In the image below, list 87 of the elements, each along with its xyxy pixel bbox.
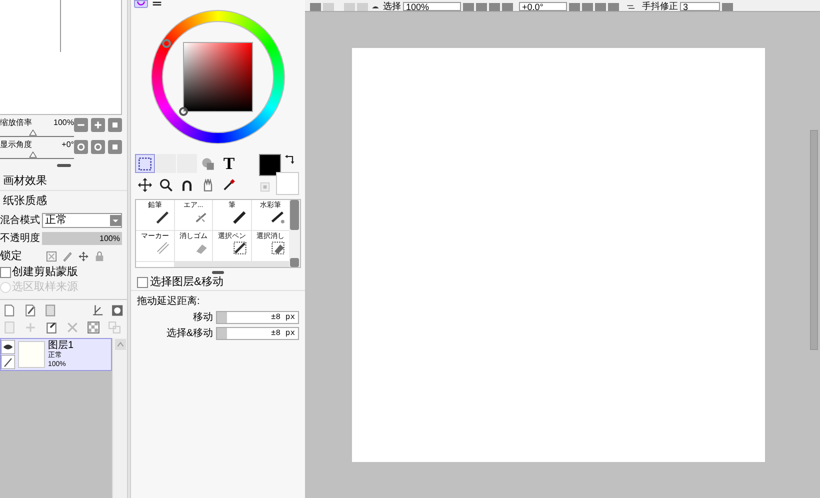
slider-value: +0° [62,140,74,150]
slider-thumb[interactable] [29,128,38,136]
rotate-left-button[interactable] [74,140,88,154]
move-icon[interactable] [78,250,89,262]
eyedropper-icon [222,178,236,192]
slider-value: 100% [54,118,74,128]
move-icon [138,178,152,192]
option-label: 选区取样来源 [12,280,78,296]
slider-label: 缩放倍率 [0,118,32,128]
slider-track[interactable] [0,128,74,137]
slider-track[interactable] [0,150,74,159]
checkbox[interactable] [137,276,148,288]
caret-icon [110,214,121,226]
flip-icon[interactable] [625,3,636,11]
square-icon [110,142,120,152]
sliders-icon [152,1,162,7]
tool-button[interactable] [135,176,155,194]
brush-icon [232,210,246,224]
lock-transparency-icon[interactable] [46,250,57,262]
swap-icon[interactable] [285,154,295,164]
pencil-icon [156,210,170,224]
angle-dropdown[interactable]: +0.0° [519,2,567,11]
field-label: 锁定 [0,248,23,264]
pen-icon[interactable] [1,355,15,369]
airbrush-icon [194,210,208,224]
field-label: 混合模式 [0,214,41,228]
color-picker-handle[interactable] [179,107,188,116]
transform-icon[interactable] [90,304,104,317]
section-label: 拖动延迟距离: [136,294,201,309]
hue-handle[interactable] [162,39,171,48]
reset-button[interactable] [108,118,122,132]
square-icon [110,120,120,130]
stabilizer-dropdown[interactable]: 3 [680,2,720,11]
color-tab[interactable] [150,0,164,8]
secondary-color-swatch[interactable] [276,172,299,195]
slider-thumb[interactable] [29,150,38,158]
panel-handle[interactable] [212,271,224,274]
blend-mode-dropdown[interactable]: 正常 [42,212,122,228]
toolbar-label: 选择 [383,2,401,11]
selection-icon [138,156,152,170]
tool-button[interactable]: T [219,154,239,173]
pen-icon[interactable] [62,250,73,262]
tool-button[interactable] [135,154,155,173]
toolbar-label: 手抖修正 [642,2,678,11]
reset-button[interactable] [108,140,122,154]
opacity-slider[interactable]: 100% [42,232,122,244]
zoom-in-button[interactable] [91,118,105,132]
rotate-right-button[interactable] [91,140,105,154]
panel-handle[interactable] [56,164,70,167]
transparent-color-icon[interactable] [260,182,270,192]
fill-icon [201,156,215,170]
zoom-out-button[interactable] [74,118,88,132]
layer-thumbnail [18,341,45,368]
slider-label: 显示角度 [0,140,32,150]
layer-name: 图层1 [48,340,74,351]
color-wheel-icon [136,1,146,7]
rotate-icon [180,178,194,192]
delete-icon[interactable] [66,321,79,334]
hand-icon [201,178,215,192]
scrollbar[interactable] [289,200,300,267]
slider[interactable]: ±8 px [216,326,299,340]
zoom-dropdown[interactable]: 100% [403,2,461,11]
marker-icon [156,241,170,255]
panel-section-header[interactable]: 纸张质感 [0,191,127,211]
lock-icon[interactable] [94,250,105,262]
checkbox[interactable] [0,267,11,278]
new-layer-icon[interactable] [3,304,16,317]
copy-layer-icon[interactable] [45,321,58,334]
eraser-icon [271,241,285,255]
color-tab[interactable] [134,0,148,8]
scroll-up-icon[interactable] [114,339,126,350]
slider[interactable]: ±8 px [216,310,299,324]
eye-icon[interactable] [1,340,15,354]
field-label: 不透明度 [0,232,41,246]
slider-label: 移动 [193,310,213,324]
brush-icon [271,210,285,224]
checker-icon[interactable] [87,321,100,334]
primary-color-swatch[interactable] [259,154,281,176]
scrollbar[interactable] [112,338,127,498]
pen-icon [232,241,246,255]
zoom-icon [159,178,173,192]
option-label: 创建剪贴蒙版 [12,264,78,280]
pen-layer-icon[interactable] [24,304,36,317]
mask-icon[interactable] [111,304,124,317]
slider-label: 选择&移动 [166,326,213,340]
plus-icon [93,120,103,130]
option-label: 选择图层&移动 [150,274,224,290]
